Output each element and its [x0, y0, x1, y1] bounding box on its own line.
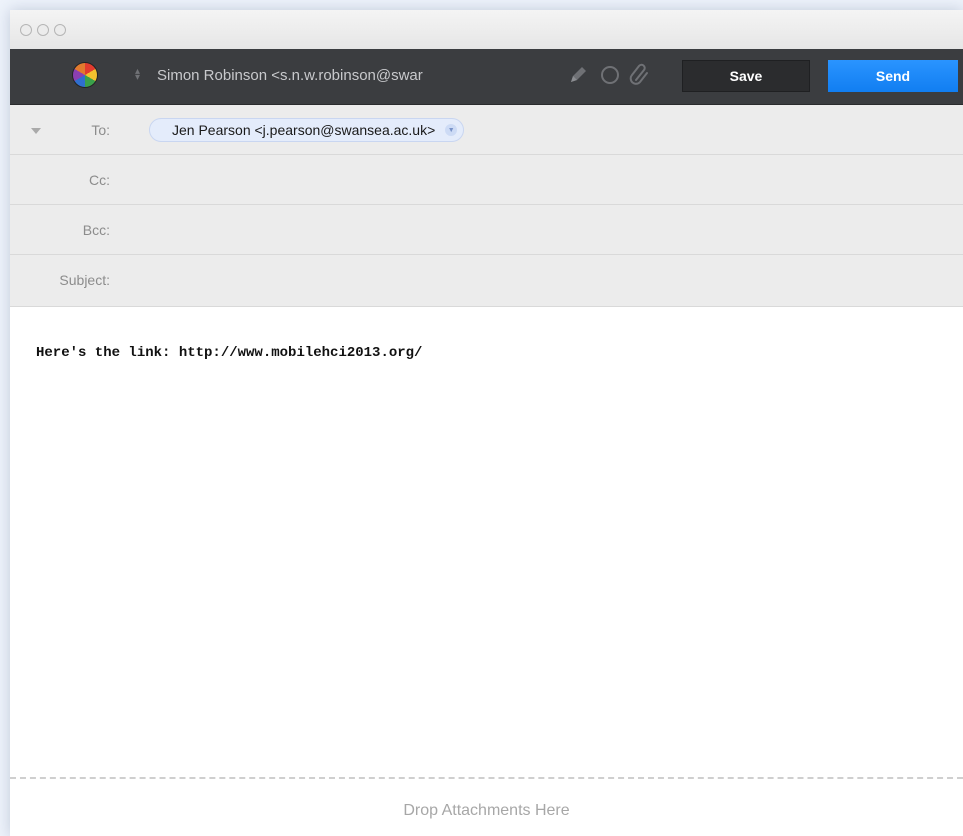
attachment-drop-divider	[10, 777, 963, 779]
compose-window: ▴ ▾ Simon Robinson <s.n.w.robinson@swar S…	[10, 10, 963, 836]
chevron-down-icon[interactable]: ▼	[445, 124, 458, 136]
window-controls	[20, 24, 66, 36]
from-account-selector[interactable]: Simon Robinson <s.n.w.robinson@swar	[157, 67, 542, 84]
send-button[interactable]: Send	[828, 60, 958, 92]
subject-row[interactable]: Subject:	[10, 255, 963, 307]
cc-label: Cc:	[89, 172, 110, 188]
disclosure-triangle-icon[interactable]	[31, 128, 41, 134]
circle-icon[interactable]	[598, 63, 622, 87]
sender-avatar[interactable]	[73, 63, 97, 87]
subject-label: Subject:	[59, 272, 110, 288]
bcc-label: Bcc:	[82, 222, 110, 238]
cc-row[interactable]: Cc:	[10, 155, 963, 205]
zoom-window-button[interactable]	[54, 24, 66, 36]
recipient-token-label: Jen Pearson <j.pearson@swansea.ac.uk>	[172, 122, 436, 138]
title-bar	[10, 10, 963, 49]
recipient-token[interactable]: Jen Pearson <j.pearson@swansea.ac.uk> ▼	[149, 118, 465, 142]
message-body[interactable]: Here's the link: http://www.mobilehci201…	[36, 345, 422, 361]
to-label: To:	[91, 122, 110, 138]
bcc-row[interactable]: Bcc:	[10, 205, 963, 255]
save-button[interactable]: Save	[682, 60, 810, 92]
pencil-icon[interactable]	[566, 63, 590, 87]
compose-toolbar: ▴ ▾ Simon Robinson <s.n.w.robinson@swar S…	[10, 49, 963, 105]
from-stepper-icon[interactable]: ▴ ▾	[135, 67, 140, 83]
minimize-window-button[interactable]	[37, 24, 49, 36]
attachment-drop-zone[interactable]: Drop Attachments Here	[10, 802, 963, 820]
paperclip-icon[interactable]	[628, 63, 652, 87]
close-window-button[interactable]	[20, 24, 32, 36]
to-row: To: Jen Pearson <j.pearson@swansea.ac.uk…	[10, 105, 963, 155]
